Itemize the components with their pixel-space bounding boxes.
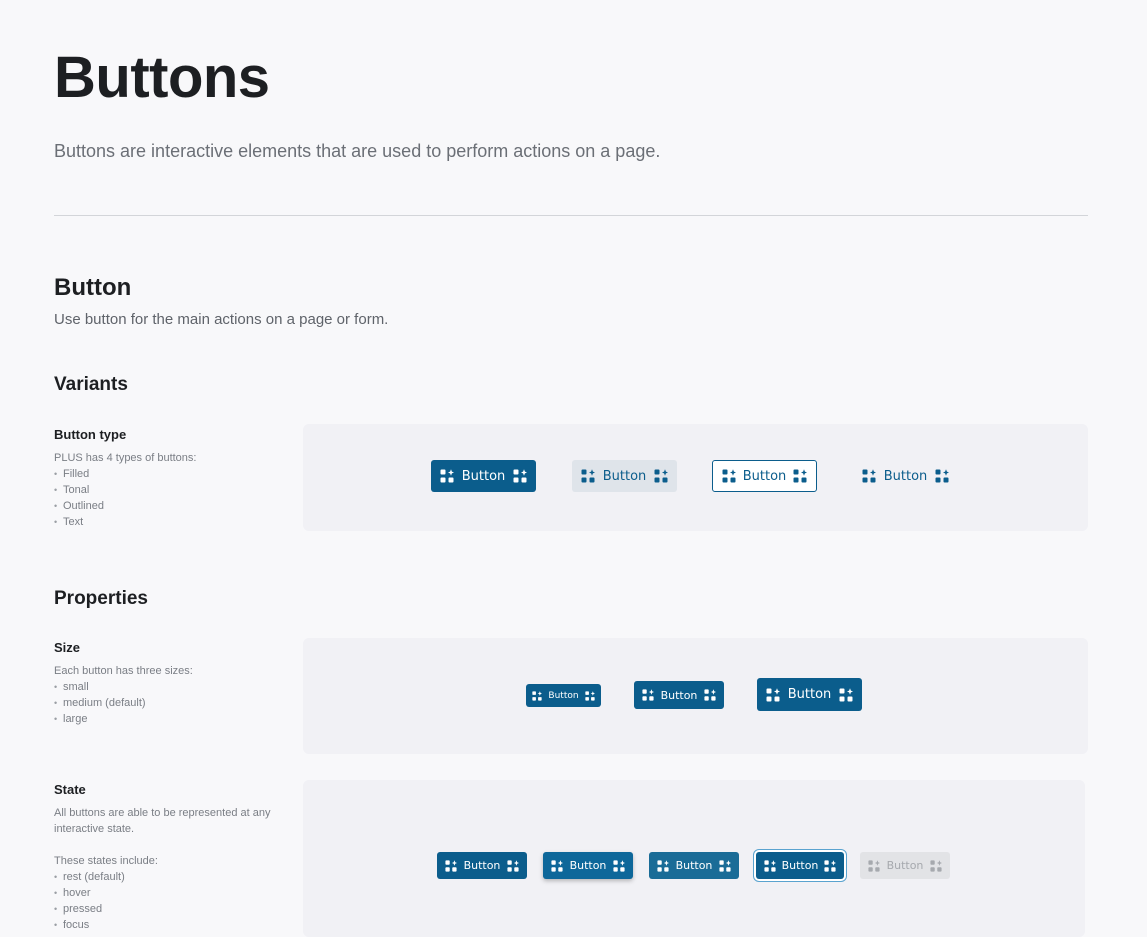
focus-button[interactable]: Button bbox=[756, 852, 844, 879]
medium-button[interactable]: Button bbox=[634, 681, 724, 709]
state-label: State bbox=[54, 782, 86, 797]
sparkle-grid-icon bbox=[585, 690, 595, 701]
sparkle-grid-icon bbox=[581, 469, 595, 483]
list-item: small bbox=[54, 679, 284, 695]
section-description: Use button for the main actions on a pag… bbox=[54, 311, 389, 328]
variants-panel: Button Button Button Button bbox=[303, 424, 1088, 531]
button-label: Button bbox=[886, 859, 924, 872]
sparkle-grid-icon bbox=[507, 859, 519, 872]
state-text-2: These states include: bbox=[54, 855, 158, 867]
state-list: rest (default) hover pressed focus bbox=[54, 869, 284, 933]
list-item: hover bbox=[54, 885, 284, 901]
button-label: Button bbox=[675, 859, 713, 872]
button-label: Button bbox=[883, 468, 928, 484]
state-text: All buttons are able to be represented a… bbox=[54, 807, 271, 835]
sparkle-grid-icon bbox=[722, 469, 736, 483]
button-type-text: PLUS has 4 types of buttons: bbox=[54, 452, 197, 464]
sparkle-grid-icon bbox=[719, 859, 731, 872]
button-label: Button bbox=[463, 859, 501, 872]
list-item: Text bbox=[54, 514, 284, 530]
large-button[interactable]: Button bbox=[757, 678, 862, 711]
button-label: Button bbox=[602, 468, 647, 484]
list-item: medium (default) bbox=[54, 695, 284, 711]
sparkle-grid-icon bbox=[613, 859, 625, 872]
button-type-label: Button type bbox=[54, 427, 127, 442]
pressed-button[interactable]: Button bbox=[649, 852, 739, 879]
state-panel: Button Button Button Button Button bbox=[303, 780, 1085, 937]
sparkle-grid-icon bbox=[440, 469, 454, 483]
sparkle-grid-icon bbox=[824, 859, 836, 872]
list-item: Tonal bbox=[54, 482, 284, 498]
list-item: Outlined bbox=[54, 498, 284, 514]
sparkle-grid-icon bbox=[868, 859, 880, 872]
sparkle-grid-icon bbox=[657, 859, 669, 872]
size-description: Size Each button has three sizes: small … bbox=[54, 640, 284, 727]
state-description: State All buttons are able to be represe… bbox=[54, 782, 284, 933]
divider bbox=[54, 215, 1088, 216]
rest-button[interactable]: Button bbox=[437, 852, 527, 879]
variants-heading: Variants bbox=[54, 374, 128, 395]
button-label: Button bbox=[787, 687, 832, 702]
button-label: Button bbox=[660, 688, 698, 702]
button-type-list: Filled Tonal Outlined Text bbox=[54, 466, 284, 530]
sparkle-grid-icon bbox=[766, 687, 780, 702]
button-label: Button bbox=[461, 468, 506, 484]
list-item: large bbox=[54, 711, 284, 727]
page-title: Buttons bbox=[54, 45, 270, 110]
properties-heading: Properties bbox=[54, 588, 148, 609]
text-button[interactable]: Button bbox=[853, 460, 958, 492]
sparkle-grid-icon bbox=[532, 690, 542, 701]
sparkle-grid-icon bbox=[839, 687, 853, 702]
sparkle-grid-icon bbox=[930, 859, 942, 872]
outlined-button[interactable]: Button bbox=[712, 460, 817, 492]
sparkle-grid-icon bbox=[704, 689, 716, 701]
button-label: Button bbox=[742, 468, 787, 484]
size-panel: Button Button Button bbox=[303, 638, 1088, 754]
button-label: Button bbox=[569, 859, 607, 872]
list-item: pressed bbox=[54, 901, 284, 917]
size-label: Size bbox=[54, 640, 81, 655]
sparkle-grid-icon bbox=[642, 689, 654, 701]
button-type-description: Button type PLUS has 4 types of buttons:… bbox=[54, 427, 284, 530]
sparkle-grid-icon bbox=[793, 469, 807, 483]
sparkle-grid-icon bbox=[445, 859, 457, 872]
page-description: Buttons are interactive elements that ar… bbox=[54, 141, 661, 161]
button-label: Button bbox=[781, 859, 819, 872]
button-label: Button bbox=[548, 690, 579, 701]
sparkle-grid-icon bbox=[551, 859, 563, 872]
sparkle-grid-icon bbox=[935, 469, 949, 483]
size-text: Each button has three sizes: bbox=[54, 665, 193, 677]
list-item: focus bbox=[54, 917, 284, 933]
small-button[interactable]: Button bbox=[526, 684, 601, 707]
sparkle-grid-icon bbox=[764, 859, 776, 872]
size-list: small medium (default) large bbox=[54, 679, 284, 727]
sparkle-grid-icon bbox=[513, 469, 527, 483]
tonal-button[interactable]: Button bbox=[572, 460, 677, 492]
sparkle-grid-icon bbox=[862, 469, 876, 483]
section-title: Button bbox=[54, 274, 132, 301]
list-item: rest (default) bbox=[54, 869, 284, 885]
hover-button[interactable]: Button bbox=[543, 852, 633, 879]
list-item: Filled bbox=[54, 466, 284, 482]
sparkle-grid-icon bbox=[654, 469, 668, 483]
disabled-button[interactable]: Button bbox=[860, 852, 950, 879]
filled-button[interactable]: Button bbox=[431, 460, 536, 492]
